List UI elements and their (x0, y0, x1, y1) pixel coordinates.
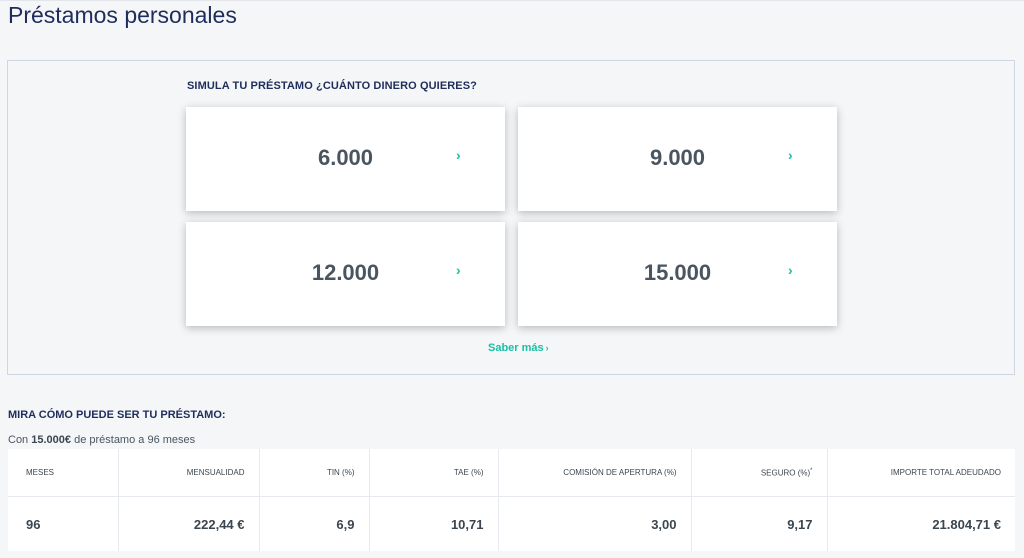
cell-meses: 96 (8, 496, 119, 551)
cell-comision: 3,00 (498, 496, 692, 551)
loan-simulator: SIMULA TU PRÉSTAMO ¿CUÁNTO DINERO QUIERE… (7, 60, 1015, 375)
cell-tae: 10,71 (369, 496, 499, 551)
loan-desc-suffix: de préstamo a 96 meses (71, 434, 196, 446)
col-header-importe-total: IMPORTE TOTAL ADEUDADO (827, 449, 1015, 497)
loan-desc-amount: 15.000€ (31, 434, 72, 446)
chevron-right-icon: › (456, 147, 461, 163)
chevron-right-icon: › (788, 262, 793, 278)
cell-seguro: 9,17 (691, 496, 828, 551)
simulator-heading: SIMULA TU PRÉSTAMO ¿CUÁNTO DINERO QUIERE… (187, 80, 478, 92)
loan-table: MESES MENSUALIDAD TIN (%) TAE (%) COMISI… (8, 449, 1015, 551)
saber-mas-link[interactable]: Saber más › (488, 342, 549, 354)
amount-option-6000[interactable]: 6.000 › (186, 107, 505, 211)
col-header-tin: TIN (%) (259, 449, 370, 497)
chevron-right-icon: › (456, 262, 461, 278)
page-title: Préstamos personales (8, 2, 237, 28)
cell-importe-total: 21.804,71 € (932, 516, 1001, 532)
col-header-tae: TAE (%) (369, 449, 499, 497)
col-header-seguro-label: SEGURO (%) (760, 468, 811, 478)
amount-option-9000[interactable]: 9.000 › (518, 107, 837, 211)
saber-mas-label: Saber más (488, 342, 544, 354)
col-header-seguro: SEGURO (%)* (691, 449, 828, 497)
example-heading: MIRA CÓMO PUEDE SER TU PRÉSTAMO: (8, 409, 226, 421)
cell-mensualidad: 222,44 € (118, 496, 260, 551)
loan-description: Con 15.000€ de préstamo a 96 meses (8, 434, 195, 446)
col-header-comision: COMISIÓN DE APERTURA (%) (498, 449, 692, 497)
amount-option-12000[interactable]: 12.000 › (186, 222, 505, 326)
insurance-footnote-mark: * (810, 467, 813, 474)
table-header-row: MESES MENSUALIDAD TIN (%) TAE (%) COMISI… (8, 449, 1015, 497)
top-divider (0, 0, 1024, 1)
cell-tin: 6,9 (259, 496, 370, 551)
table-row: 96 222,44 € 6,9 10,71 3,00 9,17 21.804,7… (8, 496, 1015, 551)
chevron-right-icon: › (545, 343, 549, 353)
col-header-mensualidad: MENSUALIDAD (118, 449, 260, 497)
col-header-meses: MESES (8, 449, 119, 497)
chevron-right-icon: › (788, 147, 793, 163)
amount-option-15000[interactable]: 15.000 › (518, 222, 837, 326)
loan-desc-prefix: Con (8, 434, 32, 446)
